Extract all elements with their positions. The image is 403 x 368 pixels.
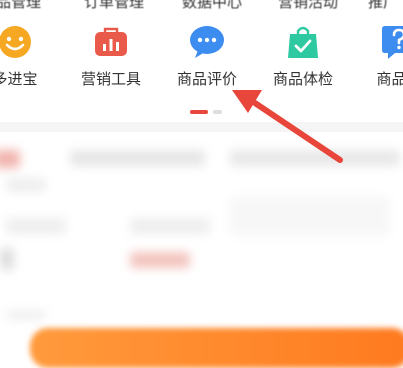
blurred-block <box>130 252 190 268</box>
blurred-action-button[interactable] <box>30 328 403 368</box>
chat-bubble-icon <box>190 26 224 58</box>
blurred-block <box>0 150 20 168</box>
page-dot-active[interactable] <box>190 110 208 114</box>
blurred-block <box>230 150 400 166</box>
shopping-bag-check-icon <box>288 26 318 58</box>
blurred-block <box>130 218 210 234</box>
menu-item-label: 商品体检 <box>272 70 333 88</box>
smiling-face-icon <box>0 26 31 58</box>
section-divider <box>0 122 403 132</box>
blurred-block <box>0 248 14 270</box>
blurred-block <box>230 196 390 236</box>
question-icon <box>382 26 403 59</box>
menu-item-label: 商品评价 <box>176 70 237 88</box>
menu-item-product-reviews[interactable]: 商品评价 <box>164 18 250 94</box>
menu-item-label: 商品管 <box>376 70 403 88</box>
page-dot[interactable] <box>213 110 222 114</box>
toolbox-icon <box>95 27 127 56</box>
blurred-block <box>6 310 46 320</box>
blurred-block <box>70 150 205 166</box>
blurred-block <box>6 218 66 234</box>
menu-item-marketing-tools[interactable]: 营销工具 <box>68 18 154 94</box>
quick-menu-grid: 多进宝 营销工具 商品评价 商品体检 <box>0 0 403 100</box>
menu-item-product-management[interactable]: 商品管 <box>356 18 403 94</box>
blurred-block <box>6 178 46 192</box>
menu-item-label: 多进宝 <box>0 70 38 88</box>
menu-item-label: 营销工具 <box>80 70 141 88</box>
menu-item-product-checkup[interactable]: 商品体检 <box>260 18 346 94</box>
menu-item-duojinbao[interactable]: 多进宝 <box>0 18 58 94</box>
